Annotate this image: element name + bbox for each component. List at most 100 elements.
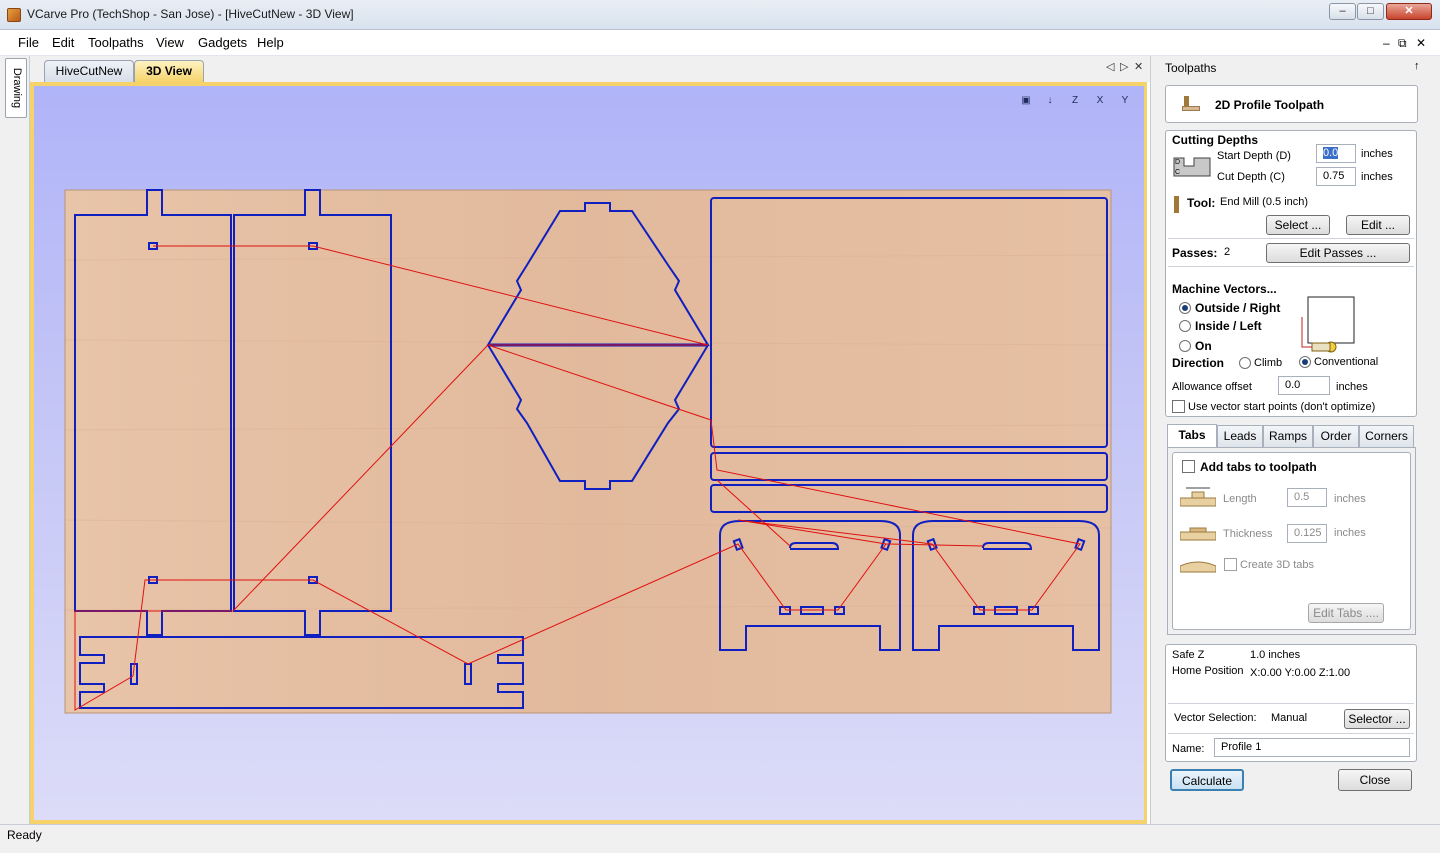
safe-z-value: 1.0 inches	[1250, 649, 1301, 661]
thickness-input[interactable]: 0.125	[1287, 524, 1327, 543]
toolpath-name: 2D Profile Toolpath	[1215, 98, 1325, 112]
minimize-button[interactable]: –	[1329, 3, 1356, 20]
material-block	[64, 189, 1112, 714]
machine-vectors-heading: Machine Vectors...	[1172, 282, 1277, 296]
menu-edit[interactable]: Edit	[52, 35, 74, 50]
svg-text:C: C	[1175, 169, 1180, 176]
on-radio[interactable]	[1179, 340, 1191, 352]
start-depth-value: 0.0	[1323, 147, 1339, 159]
allowance-unit: inches	[1336, 381, 1368, 393]
outside-right-radio[interactable]	[1179, 302, 1191, 314]
cut-depth-label: Cut Depth (C)	[1217, 171, 1285, 183]
add-tabs-label: Add tabs to toolpath	[1200, 460, 1317, 474]
offset-preview-icon	[1298, 295, 1358, 355]
allowance-input[interactable]: 0.0	[1278, 376, 1330, 395]
tab-close-icon[interactable]: ✕	[1134, 60, 1143, 73]
divider	[1168, 238, 1414, 239]
cut-depth-input[interactable]: 0.75	[1316, 167, 1356, 186]
pin-icon[interactable]: ↑	[1414, 60, 1420, 72]
start-depth-label: Start Depth (D)	[1217, 150, 1291, 162]
tab-3d-icon	[1179, 556, 1217, 576]
on-label: On	[1195, 339, 1212, 353]
mdi-close-button[interactable]: ✕	[1416, 36, 1426, 50]
tab-scroll-right-icon[interactable]: ▷	[1120, 60, 1128, 73]
app-icon	[7, 8, 21, 22]
3d-view-canvas[interactable]	[34, 86, 1144, 820]
use-start-points-checkbox[interactable]	[1172, 400, 1185, 413]
tab-leads[interactable]: Leads	[1217, 425, 1263, 447]
tab-ramps[interactable]: Ramps	[1263, 425, 1313, 447]
menu-help[interactable]: Help	[257, 35, 284, 50]
close-button[interactable]: Close	[1338, 769, 1412, 791]
passes-value: 2	[1224, 246, 1231, 258]
name-input[interactable]: Profile 1	[1214, 738, 1410, 757]
climb-label: Climb	[1254, 357, 1283, 369]
length-unit: inches	[1334, 493, 1366, 505]
edit-passes-button[interactable]: Edit Passes ...	[1266, 243, 1410, 263]
status-text: Ready	[7, 828, 42, 842]
inside-left-label: Inside / Left	[1195, 319, 1262, 333]
divider	[1168, 733, 1414, 734]
tab-tabs[interactable]: Tabs	[1167, 424, 1217, 448]
cutting-depths-heading: Cutting Depths	[1172, 133, 1258, 147]
side-tab-strip	[0, 56, 30, 824]
cut-depth-unit: inches	[1361, 171, 1393, 183]
tab-thickness-icon	[1179, 522, 1217, 546]
create-3d-tabs-checkbox[interactable]	[1224, 558, 1237, 571]
vector-selection-label: Vector Selection:	[1174, 712, 1257, 724]
menu-toolpaths[interactable]: Toolpaths	[88, 35, 144, 50]
iso-view-icon[interactable]: ↓	[1040, 92, 1060, 110]
mdi-minimize-button[interactable]: –	[1383, 36, 1390, 50]
direction-label: Direction	[1172, 356, 1225, 370]
divider	[1168, 703, 1414, 704]
status-bar	[0, 824, 1440, 853]
conventional-label: Conventional	[1314, 356, 1379, 368]
tab-scroll-left-icon[interactable]: ◁	[1106, 60, 1114, 73]
toolpath-preview	[64, 189, 1112, 714]
use-start-points-label: Use vector start points (don't optimize)	[1188, 401, 1376, 413]
name-label: Name:	[1172, 743, 1205, 755]
thickness-label: Thickness	[1223, 528, 1273, 540]
drawing-side-tab[interactable]: Drawing	[5, 58, 27, 118]
edit-tool-button[interactable]: Edit ...	[1346, 215, 1410, 235]
tab-hivecutnew[interactable]: HiveCutNew	[44, 60, 134, 82]
view-y-icon[interactable]: Y	[1115, 92, 1135, 110]
drawing-side-tab-label: Drawing	[11, 67, 23, 109]
tool-value: End Mill (0.5 inch)	[1220, 196, 1309, 208]
view-z-icon[interactable]: Z	[1065, 92, 1085, 110]
home-position-label: Home Position	[1172, 665, 1244, 677]
selector-button[interactable]: Selector ...	[1344, 709, 1410, 729]
tab-order[interactable]: Order	[1313, 425, 1359, 447]
select-tool-button[interactable]: Select ...	[1266, 215, 1330, 235]
passes-label: Passes:	[1172, 246, 1218, 260]
thickness-unit: inches	[1334, 527, 1366, 539]
conventional-radio[interactable]	[1299, 356, 1311, 368]
divider	[1168, 266, 1414, 267]
menu-file[interactable]: File	[18, 35, 39, 50]
menu-gadgets[interactable]: Gadgets	[198, 35, 247, 50]
svg-text:D: D	[1175, 159, 1180, 166]
mdi-restore-button[interactable]: ⧉	[1398, 36, 1407, 51]
zoom-fit-icon[interactable]: ▣	[1016, 92, 1036, 110]
close-window-button[interactable]: ✕	[1386, 3, 1432, 20]
tab-3d-view[interactable]: 3D View	[134, 60, 204, 82]
add-tabs-checkbox[interactable]	[1182, 460, 1195, 473]
inside-left-radio[interactable]	[1179, 320, 1191, 332]
home-position-value: X:0.00 Y:0.00 Z:1.00	[1250, 667, 1351, 679]
panel-title: Toolpaths	[1165, 61, 1217, 75]
tab-length-icon	[1179, 484, 1217, 512]
edit-tabs-button[interactable]: Edit Tabs ....	[1308, 603, 1384, 623]
outside-right-label: Outside / Right	[1195, 301, 1281, 315]
end-mill-icon	[1174, 196, 1179, 213]
depth-diagram-icon: DC	[1172, 152, 1212, 180]
climb-radio[interactable]	[1239, 357, 1251, 369]
maximize-button[interactable]: □	[1357, 3, 1384, 20]
tab-corners[interactable]: Corners	[1359, 425, 1414, 447]
view-x-icon[interactable]: X	[1090, 92, 1110, 110]
menu-view[interactable]: View	[156, 35, 184, 50]
tool-label: Tool:	[1187, 196, 1216, 210]
start-depth-input[interactable]: 0.0	[1316, 144, 1356, 163]
length-input[interactable]: 0.5	[1287, 488, 1327, 507]
safe-z-label: Safe Z	[1172, 649, 1205, 661]
calculate-button[interactable]: Calculate	[1170, 769, 1244, 791]
